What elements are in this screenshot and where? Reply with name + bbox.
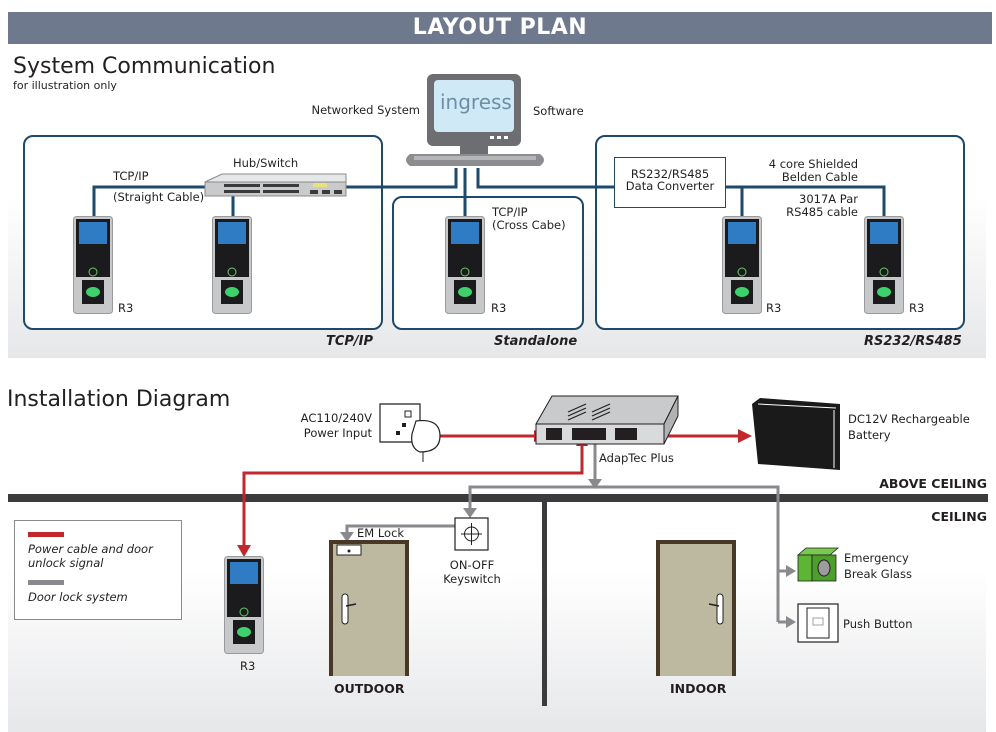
belden-cable-label-2: Belden Cable [781, 170, 858, 184]
battery-icon [752, 398, 840, 470]
device-label: R3 [909, 301, 925, 315]
data-converter-box: RS232/RS485 Data Converter [614, 157, 726, 208]
indoor-label: INDOOR [670, 681, 727, 696]
power-input-label-2: Power Input [303, 426, 372, 440]
hub-switch-icon [204, 173, 347, 197]
r3-reader-icon [73, 216, 113, 314]
dividing-wall [542, 502, 547, 706]
battery-label-2: Battery [848, 428, 891, 442]
ingress-logo: ingress [440, 90, 512, 114]
computer-icon [406, 74, 544, 166]
legend-label-power-2: unlock signal [28, 556, 104, 570]
ceiling-bar [8, 494, 988, 502]
group-label-rs232-rs485: RS232/RS485 [864, 334, 962, 349]
converter-line-2: Data Converter [625, 179, 715, 193]
hub-to-pc-cable [346, 168, 458, 189]
legend-label-lock: Door lock system [28, 590, 128, 604]
legend-label-power-1: Power cable and door [28, 542, 153, 556]
break-glass-label-2: Break Glass [844, 567, 912, 581]
hub-switch-label: Hub/Switch [233, 156, 299, 170]
r3-reader-icon [864, 216, 904, 314]
arrow-to-keyswitch [463, 508, 477, 518]
keyswitch-icon [454, 517, 489, 551]
straight-cable-label: (Straight Cable) [113, 190, 205, 204]
r3-reader-icon [212, 216, 252, 314]
adaptec-plus-icon [535, 395, 679, 445]
reader-graphic [864, 216, 904, 314]
above-ceiling-label: ABOVE CEILING [879, 476, 987, 491]
group-label-tcpip: TCP/IP [326, 334, 374, 349]
push-button-icon [797, 603, 839, 643]
arrow-to-push-button [786, 616, 796, 628]
reader-graphic [224, 556, 264, 654]
networked-system-label: Networked System [311, 103, 420, 117]
outdoor-door-icon [329, 540, 409, 676]
r3-reader-icon [722, 216, 762, 314]
device-label: R3 [118, 301, 134, 315]
battery-label-1: DC12V Rechargeable [848, 412, 970, 426]
reader-label: R3 [240, 659, 256, 673]
reader-graphic [212, 216, 252, 314]
device-label: R3 [491, 301, 507, 315]
keyswitch-label-2: Keyswitch [443, 572, 501, 586]
indoor-door-icon [656, 540, 736, 676]
tcpip-cable-label: TCP/IP [113, 169, 149, 183]
adaptec-plus-label: AdapTec Plus [599, 451, 674, 465]
break-glass-icon [796, 547, 840, 582]
power-input-label-1: AC110/240V [300, 411, 372, 425]
legend-swatch-lock [28, 580, 64, 585]
ceiling-label: CEILING [931, 509, 987, 524]
r3-reader-icon [445, 216, 485, 314]
device-label: R3 [766, 301, 782, 315]
push-button-label: Push Button [843, 617, 913, 631]
r3-reader-icon [224, 556, 264, 654]
arrow-to-battery [738, 429, 752, 443]
outdoor-label: OUTDOOR [334, 681, 405, 696]
rs485-cable-label-2: RS485 cable [786, 205, 858, 219]
break-glass-label-1: Emergency [844, 551, 909, 565]
reader-graphic [73, 216, 113, 314]
software-label: Software [533, 104, 584, 118]
installation-diagram-title: Installation Diagram [7, 387, 231, 412]
keyswitch-label-1: ON-OFF [449, 558, 495, 572]
power-socket-icon [379, 403, 441, 462]
cross-cable-label: (Cross Cabe) [492, 218, 566, 232]
pc-to-converter-cable [476, 168, 614, 189]
arrow-to-break-glass [786, 565, 796, 577]
legend: Power cable and door unlock signal Door … [14, 520, 182, 620]
reader-graphic [722, 216, 762, 314]
reader-graphic [445, 216, 485, 314]
em-lock-label: EM Lock [357, 526, 405, 540]
legend-swatch-power [28, 532, 64, 537]
group-label-standalone: Standalone [494, 334, 578, 349]
